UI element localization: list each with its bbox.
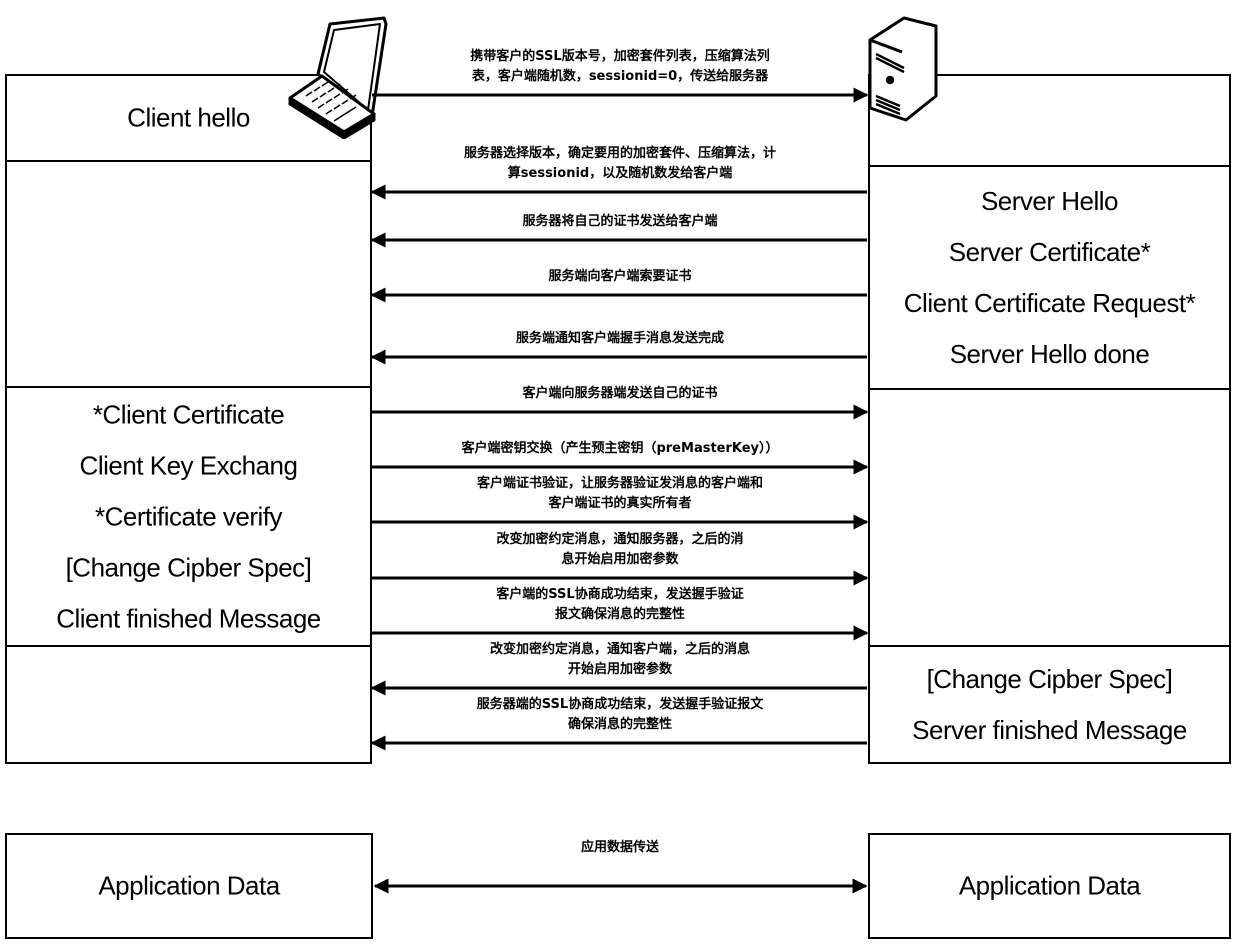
message-label: 服务器选择版本，确定要用的加密套件、压缩算法，计 算sessionid，以及随机数… [372, 144, 868, 184]
message-label-line: 客户端的SSL协商成功结束，发送握手验证 [496, 587, 744, 602]
message-label-line: 服务器选择版本，确定要用的加密套件、压缩算法，计 [463, 146, 776, 161]
message-label-line: 开始启用加密参数 [567, 662, 672, 677]
message-label: 服务端通知客户端握手消息发送完成 [372, 329, 868, 349]
message-label-line: 改变加密约定消息，通知客户端，之后的消息 [489, 642, 750, 657]
message-label-line: 报文确保消息的完整性 [554, 607, 685, 622]
message-label-line: 服务器端的SSL协商成功结束，发送握手验证报文 [476, 697, 764, 712]
message-label: 携带客户的SSL版本号，加密套件列表，压缩算法列 表，客户端随机数，session… [372, 47, 868, 87]
message-label-line: 服务端通知客户端握手消息发送完成 [515, 331, 724, 346]
message-label-line: 改变加密约定消息，通知服务器，之后的消 [496, 532, 744, 547]
message-label-line: 携带客户的SSL版本号，加密套件列表，压缩算法列 [470, 49, 770, 64]
app-data-transfer-text: 应用数据传送 [580, 840, 659, 855]
message-label: 客户端密钥交换（产生预主密钥（preMasterKey）） [372, 439, 868, 459]
message-label-line: 客户端密钥交换（产生预主密钥（preMasterKey）） [461, 441, 779, 456]
message-label-line: 算sessionid，以及随机数发给客户端 [507, 166, 733, 181]
message-label: 客户端的SSL协商成功结束，发送握手验证 报文确保消息的完整性 [372, 585, 868, 625]
message-label: 服务器端的SSL协商成功结束，发送握手验证报文 确保消息的完整性 [372, 695, 868, 735]
message-label: 改变加密约定消息，通知客户端，之后的消息 开始启用加密参数 [372, 640, 868, 680]
message-label: 服务器将自己的证书发送给客户端 [372, 212, 868, 232]
message-label: 服务端向客户端索要证书 [372, 267, 868, 287]
message-label-line: 息开始启用加密参数 [561, 552, 679, 567]
message-arrows [370, 87, 869, 894]
app-data-transfer-label: 应用数据传送 [372, 838, 868, 858]
message-label: 客户端证书验证，让服务器验证发消息的客户端和 客户端证书的真实所有者 [372, 474, 868, 514]
message-label: 改变加密约定消息，通知服务器，之后的消 息开始启用加密参数 [372, 530, 868, 570]
message-label-line: 服务端向客户端索要证书 [548, 269, 692, 284]
message-label-line: 表，客户端随机数，sessionid=0，传送给服务器 [471, 69, 769, 84]
message-label-line: 确保消息的完整性 [567, 717, 672, 732]
message-label-line: 客户端向服务器端发送自己的证书 [522, 386, 718, 401]
message-label: 客户端向服务器端发送自己的证书 [372, 384, 868, 404]
message-label-line: 客户端证书验证，让服务器验证发消息的客户端和 [476, 476, 763, 491]
message-label-line: 客户端证书的真实所有者 [548, 496, 692, 511]
message-label-line: 服务器将自己的证书发送给客户端 [522, 214, 718, 229]
